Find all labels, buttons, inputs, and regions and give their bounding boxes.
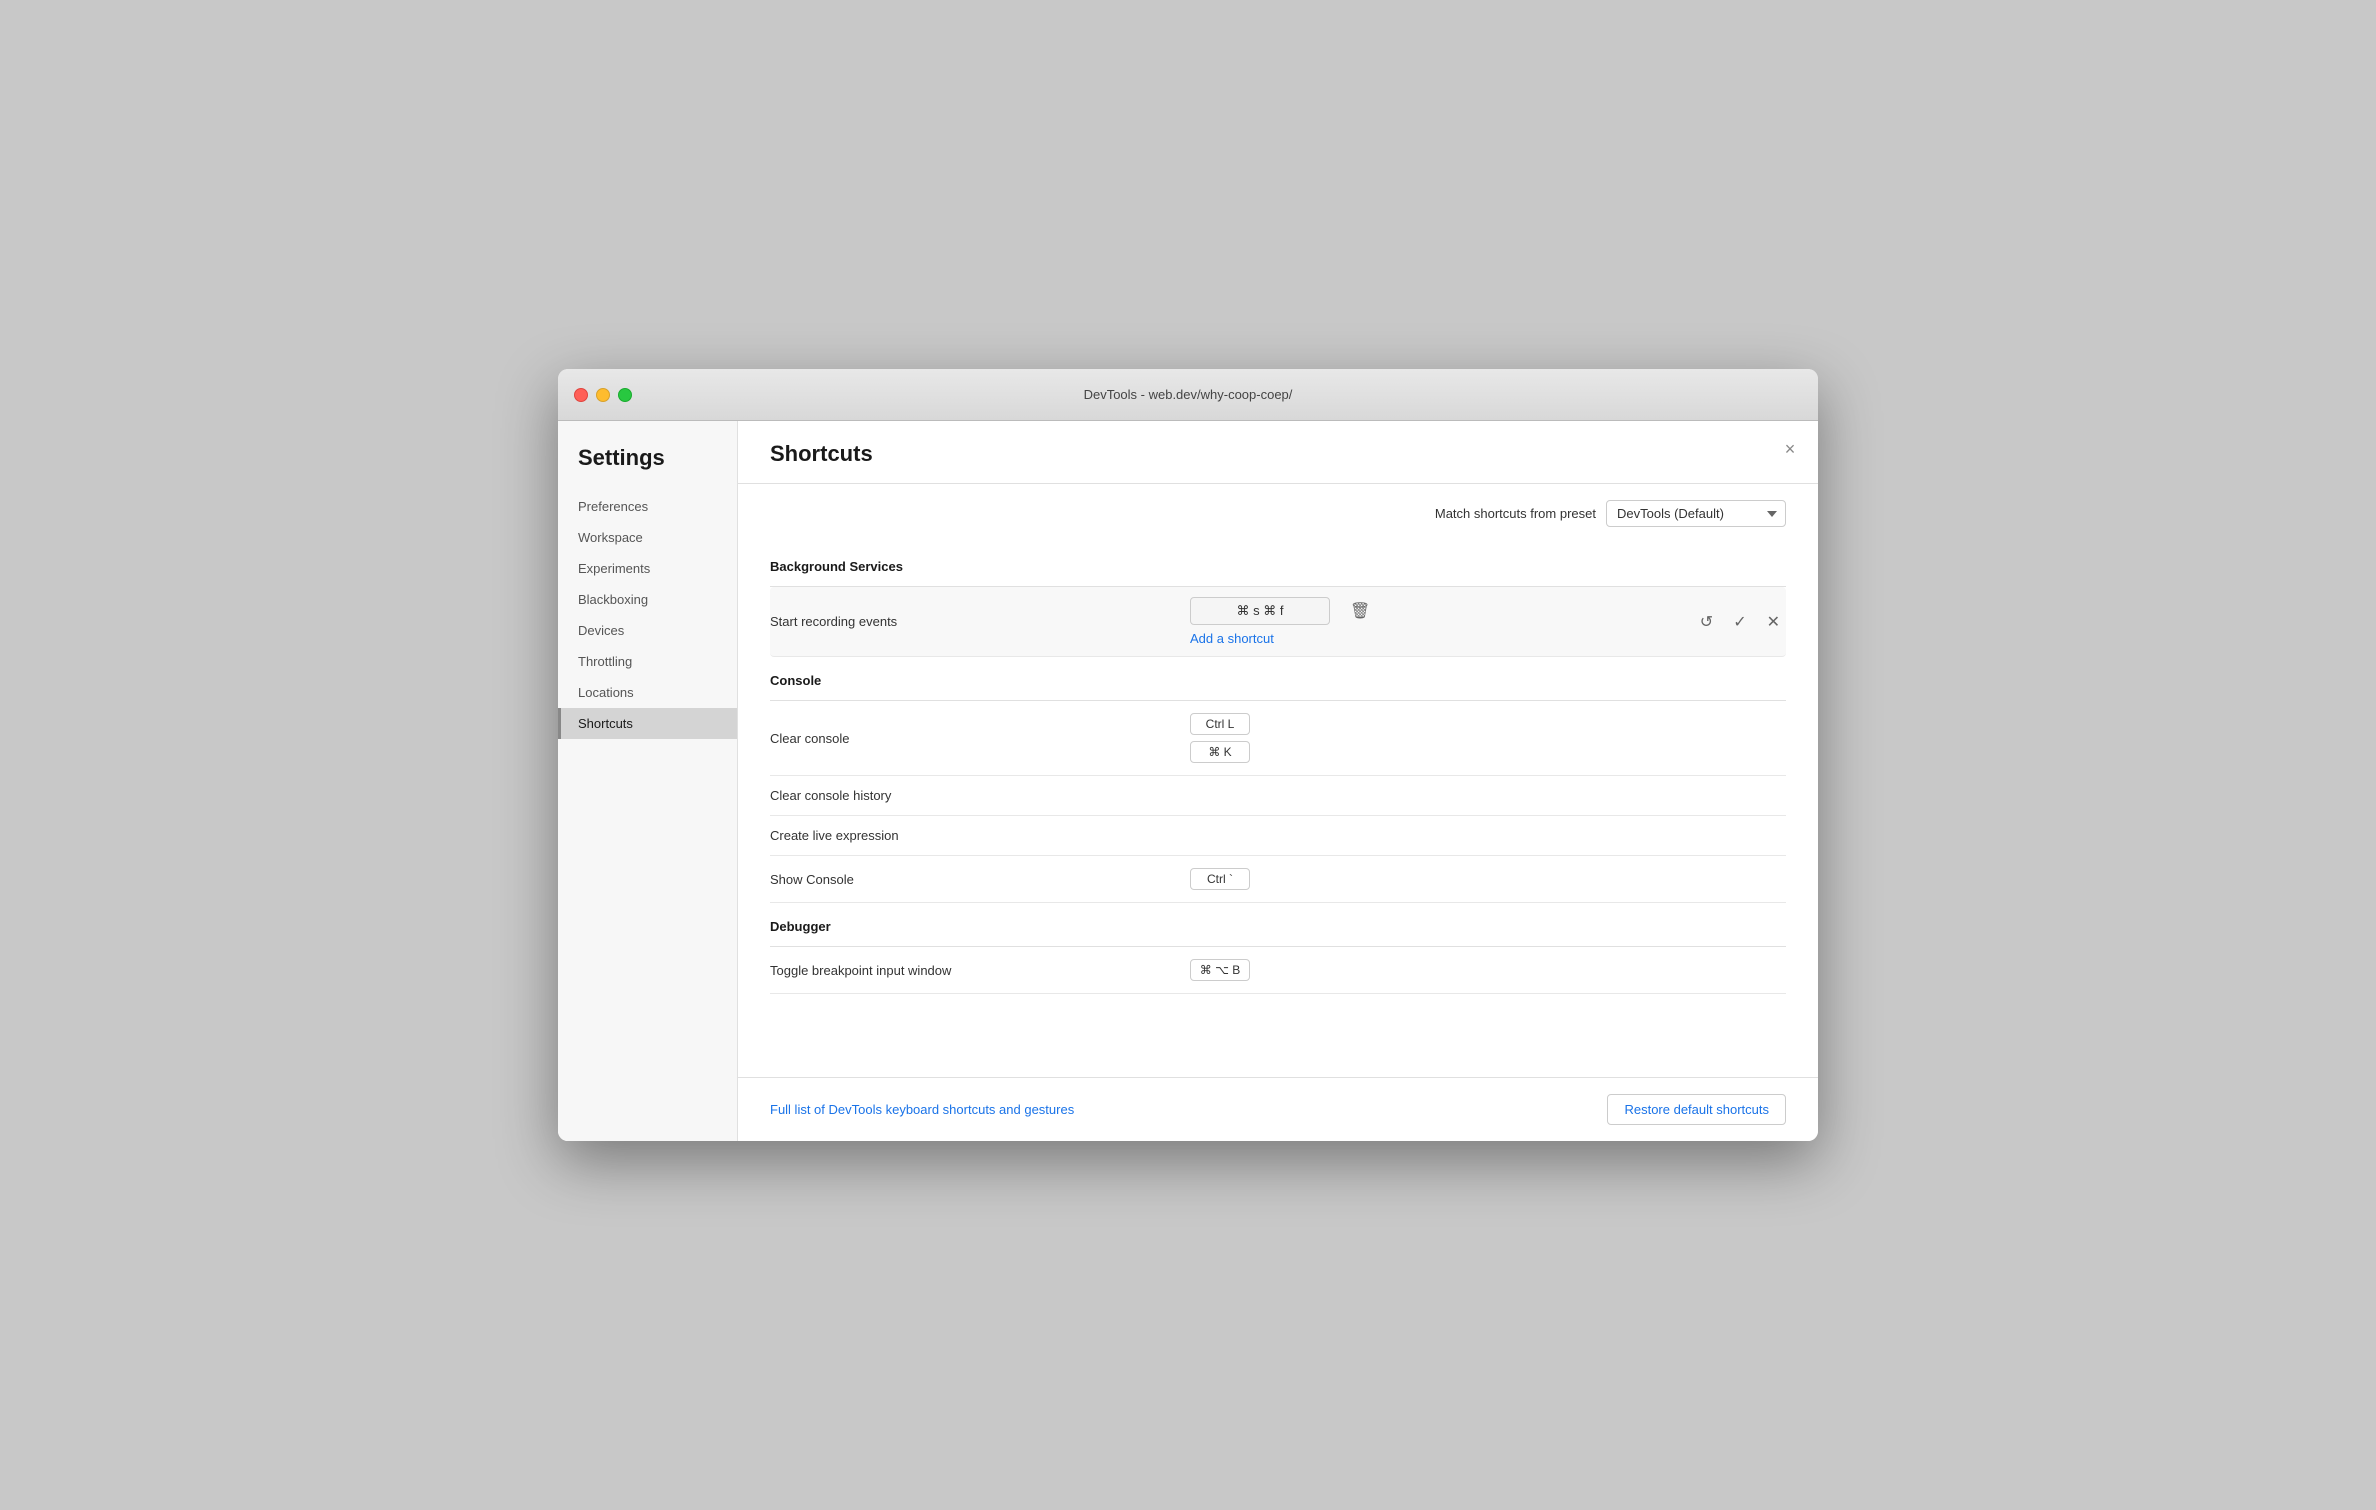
key-badge-ctrl-backtick: Ctrl ` (1190, 868, 1250, 890)
sidebar-item-throttling[interactable]: Throttling (558, 646, 737, 677)
footer-link[interactable]: Full list of DevTools keyboard shortcuts… (770, 1102, 1074, 1117)
content-scroll[interactable]: Background Services Start recording even… (738, 543, 1818, 1077)
restore-defaults-button[interactable]: Restore default shortcuts (1607, 1094, 1786, 1125)
cancel-edit-button[interactable]: ✕ (1761, 608, 1786, 636)
shortcut-key-row-add: Add a shortcut (1190, 631, 1694, 646)
window-title: DevTools - web.dev/why-coop-coep/ (1084, 387, 1293, 402)
key-badge-ctrl-l: Ctrl L (1190, 713, 1250, 735)
page-title: Shortcuts (770, 441, 873, 467)
titlebar: DevTools - web.dev/why-coop-coep/ (558, 369, 1818, 421)
preset-label: Match shortcuts from preset (1435, 506, 1596, 521)
window-body: Settings Preferences Workspace Experimen… (558, 421, 1818, 1141)
sidebar-item-experiments[interactable]: Experiments (558, 553, 737, 584)
footer: Full list of DevTools keyboard shortcuts… (738, 1077, 1818, 1141)
section-header-background-services: Background Services (770, 543, 1786, 587)
sidebar-item-preferences[interactable]: Preferences (558, 491, 737, 522)
edit-actions: ↺ ✓ ✕ (1694, 608, 1786, 636)
shortcut-row-clear-console: Clear console Ctrl L ⌘ K (770, 701, 1786, 776)
shortcut-name-show-console: Show Console (770, 872, 1190, 887)
key-row-ctrl-backtick: Ctrl ` (1190, 868, 1786, 890)
sidebar-item-shortcuts[interactable]: Shortcuts (558, 708, 737, 739)
add-shortcut-link[interactable]: Add a shortcut (1190, 631, 1274, 646)
close-traffic-light[interactable] (574, 388, 588, 402)
traffic-lights (574, 388, 632, 402)
shortcut-row-start-recording: Start recording events ⌘ s ⌘ f 🗑 Add a s… (770, 587, 1786, 657)
shortcut-name-clear-console-history: Clear console history (770, 788, 1190, 803)
shortcut-row-toggle-breakpoint: Toggle breakpoint input window ⌘ ⌥ B (770, 947, 1786, 994)
shortcut-name-start-recording: Start recording events (770, 614, 1190, 629)
main-content: Shortcuts × Match shortcuts from preset … (738, 421, 1818, 1141)
main-header: Shortcuts × (738, 421, 1818, 484)
shortcut-name-clear-console: Clear console (770, 731, 1190, 746)
key-row-ctrl-l: Ctrl L (1190, 713, 1786, 735)
preset-select[interactable]: DevTools (Default) Visual Studio Code (1606, 500, 1786, 527)
sidebar-item-workspace[interactable]: Workspace (558, 522, 737, 553)
sidebar-title: Settings (558, 445, 737, 491)
preset-row: Match shortcuts from preset DevTools (De… (738, 484, 1818, 543)
section-background-services: Background Services Start recording even… (770, 543, 1786, 657)
close-button[interactable]: × (1778, 437, 1802, 461)
shortcut-keys-start-recording: ⌘ s ⌘ f 🗑 Add a shortcut (1190, 597, 1694, 646)
shortcut-keys-toggle-breakpoint: ⌘ ⌥ B (1190, 959, 1786, 981)
confirm-edit-button[interactable]: ✓ (1727, 608, 1752, 636)
app-window: DevTools - web.dev/why-coop-coep/ Settin… (558, 369, 1818, 1141)
section-debugger: Debugger Toggle breakpoint input window … (770, 903, 1786, 994)
shortcut-name-create-live-expression: Create live expression (770, 828, 1190, 843)
key-badge-cmd-s-cmd-f: ⌘ s ⌘ f (1190, 597, 1330, 625)
shortcut-name-toggle-breakpoint: Toggle breakpoint input window (770, 963, 1190, 978)
key-badge-cmd-opt-b: ⌘ ⌥ B (1190, 959, 1250, 981)
sidebar-item-blackboxing[interactable]: Blackboxing (558, 584, 737, 615)
shortcut-row-clear-console-history: Clear console history (770, 776, 1786, 816)
shortcut-key-row-1: ⌘ s ⌘ f 🗑 (1190, 597, 1694, 625)
sidebar-item-devices[interactable]: Devices (558, 615, 737, 646)
maximize-traffic-light[interactable] (618, 388, 632, 402)
section-header-console: Console (770, 657, 1786, 701)
shortcut-keys-show-console: Ctrl ` (1190, 868, 1786, 890)
key-badge-cmd-k: ⌘ K (1190, 741, 1250, 763)
undo-edit-button[interactable]: ↺ (1694, 608, 1719, 636)
delete-shortcut-icon[interactable]: 🗑 (1346, 597, 1374, 625)
key-row-cmd-k: ⌘ K (1190, 741, 1786, 763)
section-header-debugger: Debugger (770, 903, 1786, 947)
section-console: Console Clear console Ctrl L ⌘ K (770, 657, 1786, 903)
shortcut-row-show-console: Show Console Ctrl ` (770, 856, 1786, 903)
minimize-traffic-light[interactable] (596, 388, 610, 402)
shortcut-keys-clear-console: Ctrl L ⌘ K (1190, 713, 1786, 763)
sidebar: Settings Preferences Workspace Experimen… (558, 421, 738, 1141)
key-row-cmd-opt-b: ⌘ ⌥ B (1190, 959, 1786, 981)
shortcut-row-create-live-expression: Create live expression (770, 816, 1786, 856)
sidebar-item-locations[interactable]: Locations (558, 677, 737, 708)
